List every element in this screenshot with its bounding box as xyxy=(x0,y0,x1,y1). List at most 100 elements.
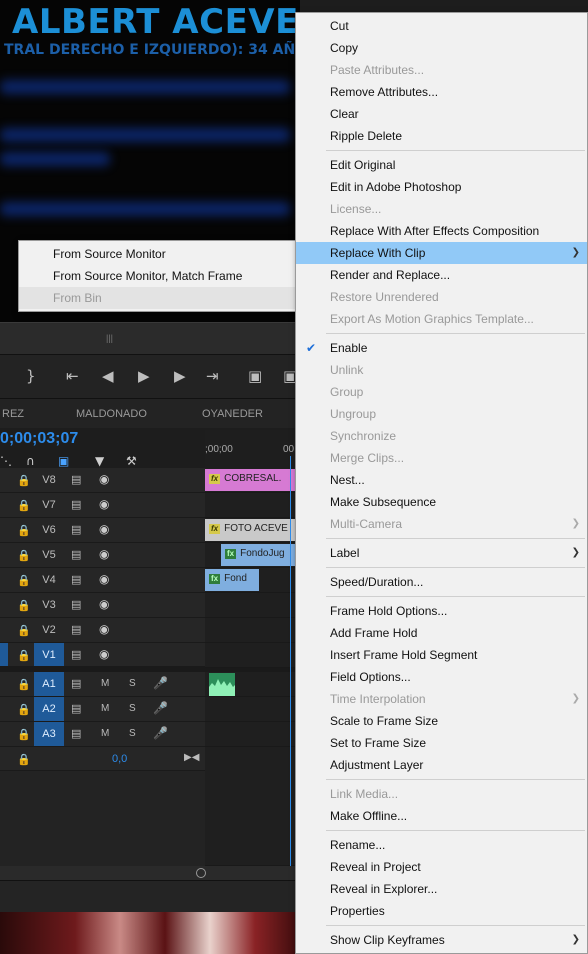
sync-lock-icon[interactable]: ▤ xyxy=(71,702,81,715)
sync-lock-icon[interactable]: ▤ xyxy=(71,598,81,611)
scrub-handle-icon[interactable]: ||| xyxy=(106,333,114,343)
microphone-icon[interactable]: 🎤 xyxy=(153,701,168,715)
clip-fondo-jug[interactable]: fx FondoJug xyxy=(221,544,295,566)
menu-item-enable[interactable]: ✔ Enable xyxy=(296,337,587,359)
track-lane-v3[interactable] xyxy=(205,593,295,618)
tab-sequence[interactable]: MALDONADO xyxy=(76,408,147,420)
eye-icon[interactable]: ◉ xyxy=(99,547,109,561)
track-name[interactable]: V5 xyxy=(34,543,64,567)
menu-item-frame-hold-options[interactable]: Frame Hold Options... xyxy=(296,600,587,622)
step-back-icon[interactable]: ◀ xyxy=(102,367,114,385)
menu-item-scale-to-frame-size[interactable]: Scale to Frame Size xyxy=(296,710,587,732)
wrench-icon[interactable]: ⚒ xyxy=(126,454,137,468)
solo-button[interactable]: S xyxy=(129,703,136,714)
time-ruler[interactable]: ;00;00 00 xyxy=(205,430,295,468)
tab-sequence[interactable]: OYANEDER xyxy=(202,408,263,420)
track-lane-v1[interactable] xyxy=(205,643,295,668)
sync-lock-icon[interactable]: ▤ xyxy=(71,623,81,636)
timeline-zoom-bar[interactable] xyxy=(0,866,300,880)
menu-item-multi-camera[interactable]: Multi-Camera ❯ xyxy=(296,513,587,535)
menu-item-cut[interactable]: Cut xyxy=(296,15,587,37)
menu-item-rename[interactable]: Rename... xyxy=(296,834,587,856)
lock-icon[interactable]: 🔒 xyxy=(17,599,31,612)
menu-item-ungroup[interactable]: Ungroup xyxy=(296,403,587,425)
sync-lock-icon[interactable]: ▤ xyxy=(71,523,81,536)
menu-item-nest[interactable]: Nest... xyxy=(296,469,587,491)
menu-item-link-media[interactable]: Link Media... xyxy=(296,783,587,805)
go-to-end-icon[interactable]: ▶◀ xyxy=(184,752,199,763)
menu-item-paste-attributes[interactable]: Paste Attributes... xyxy=(296,59,587,81)
menu-item-reveal-in-explorer[interactable]: Reveal in Explorer... xyxy=(296,878,587,900)
menu-item-adjustment-layer[interactable]: Adjustment Layer xyxy=(296,754,587,776)
menu-item-edit-in-adobe-photoshop[interactable]: Edit in Adobe Photoshop xyxy=(296,176,587,198)
menu-item-synchronize[interactable]: Synchronize xyxy=(296,425,587,447)
lock-icon[interactable]: 🔒 xyxy=(17,624,31,637)
menu-item-unlink[interactable]: Unlink xyxy=(296,359,587,381)
eye-icon[interactable]: ◉ xyxy=(99,647,109,661)
eye-icon[interactable]: ◉ xyxy=(99,472,109,486)
sync-lock-icon[interactable]: ▤ xyxy=(71,648,81,661)
track-lane-v2[interactable] xyxy=(205,618,295,643)
microphone-icon[interactable]: 🎤 xyxy=(153,726,168,740)
track-lane-a2[interactable] xyxy=(205,697,295,722)
eye-icon[interactable]: ◉ xyxy=(99,572,109,586)
menu-item-label[interactable]: Label ❯ xyxy=(296,542,587,564)
lock-icon[interactable]: 🔒 xyxy=(17,678,31,691)
track-name[interactable]: V6 xyxy=(34,518,64,542)
go-to-out-icon[interactable]: ⇥ xyxy=(206,367,219,385)
track-name[interactable]: V4 xyxy=(34,568,64,592)
menu-item-replace-with-clip[interactable]: Replace With Clip ❯ xyxy=(296,242,587,264)
menu-item-properties[interactable]: Properties xyxy=(296,900,587,922)
zoom-knob[interactable] xyxy=(196,868,206,878)
playhead-timecode[interactable]: 0;00;03;07 xyxy=(0,430,78,448)
lock-icon[interactable]: 🔒 xyxy=(17,753,31,766)
menu-item-time-interpolation[interactable]: Time Interpolation ❯ xyxy=(296,688,587,710)
menu-item-from-bin[interactable]: From Bin xyxy=(19,287,296,309)
menu-item-make-offline[interactable]: Make Offline... xyxy=(296,805,587,827)
sync-lock-icon[interactable]: ▤ xyxy=(71,573,81,586)
menu-item-from-source-monitor-match-frame[interactable]: From Source Monitor, Match Frame xyxy=(19,265,296,287)
monitor-scrub-bar[interactable]: ||| xyxy=(0,322,300,354)
lock-icon[interactable]: 🔒 xyxy=(17,649,31,662)
track-name[interactable]: V3 xyxy=(34,593,64,617)
track-lane-a3[interactable] xyxy=(205,722,295,747)
sync-lock-icon[interactable]: ▤ xyxy=(71,727,81,740)
microphone-icon[interactable]: 🎤 xyxy=(153,676,168,690)
sync-lock-icon[interactable]: ▤ xyxy=(71,548,81,561)
lock-icon[interactable]: 🔒 xyxy=(17,499,31,512)
audio-clip-a1[interactable] xyxy=(209,673,235,696)
menu-item-speed-duration[interactable]: Speed/Duration... xyxy=(296,571,587,593)
mute-button[interactable]: M xyxy=(101,703,109,714)
clip-foto-acevedo[interactable]: fx FOTO ACEVE xyxy=(205,519,295,541)
lock-icon[interactable]: 🔒 xyxy=(17,474,31,487)
eye-icon[interactable]: ◉ xyxy=(99,497,109,511)
eye-icon[interactable]: ◉ xyxy=(99,597,109,611)
linked-selection-icon[interactable]: ▣ xyxy=(58,454,69,468)
solo-button[interactable]: S xyxy=(129,678,136,689)
track-name[interactable]: V8 xyxy=(34,468,64,492)
add-marker-icon[interactable]: ▼ xyxy=(95,454,104,468)
sync-lock-icon[interactable]: ▤ xyxy=(71,677,81,690)
menu-item-copy[interactable]: Copy xyxy=(296,37,587,59)
playhead-line[interactable] xyxy=(290,456,291,866)
track-name[interactable]: V1 xyxy=(34,643,64,667)
track-name[interactable]: A3 xyxy=(34,722,64,746)
clip-fondo[interactable]: fx Fond xyxy=(205,569,259,591)
menu-item-ripple-delete[interactable]: Ripple Delete xyxy=(296,125,587,147)
sync-lock-icon[interactable]: ▤ xyxy=(71,498,81,511)
solo-button[interactable]: S xyxy=(129,728,136,739)
menu-item-reveal-in-project[interactable]: Reveal in Project xyxy=(296,856,587,878)
menu-item-replace-with-after-effects-composition[interactable]: Replace With After Effects Composition xyxy=(296,220,587,242)
menu-item-clear[interactable]: Clear xyxy=(296,103,587,125)
menu-item-license[interactable]: License... xyxy=(296,198,587,220)
step-forward-icon[interactable]: ▶ xyxy=(174,367,186,385)
source-patch-v1[interactable] xyxy=(0,643,8,667)
menu-item-restore-unrendered[interactable]: Restore Unrendered xyxy=(296,286,587,308)
mute-button[interactable]: M xyxy=(101,728,109,739)
lock-icon[interactable]: 🔒 xyxy=(17,703,31,716)
lock-icon[interactable]: 🔒 xyxy=(17,574,31,587)
tab-sequence[interactable]: REZ xyxy=(2,408,24,420)
menu-item-merge-clips[interactable]: Merge Clips... xyxy=(296,447,587,469)
lock-icon[interactable]: 🔒 xyxy=(17,728,31,741)
menu-item-group[interactable]: Group xyxy=(296,381,587,403)
